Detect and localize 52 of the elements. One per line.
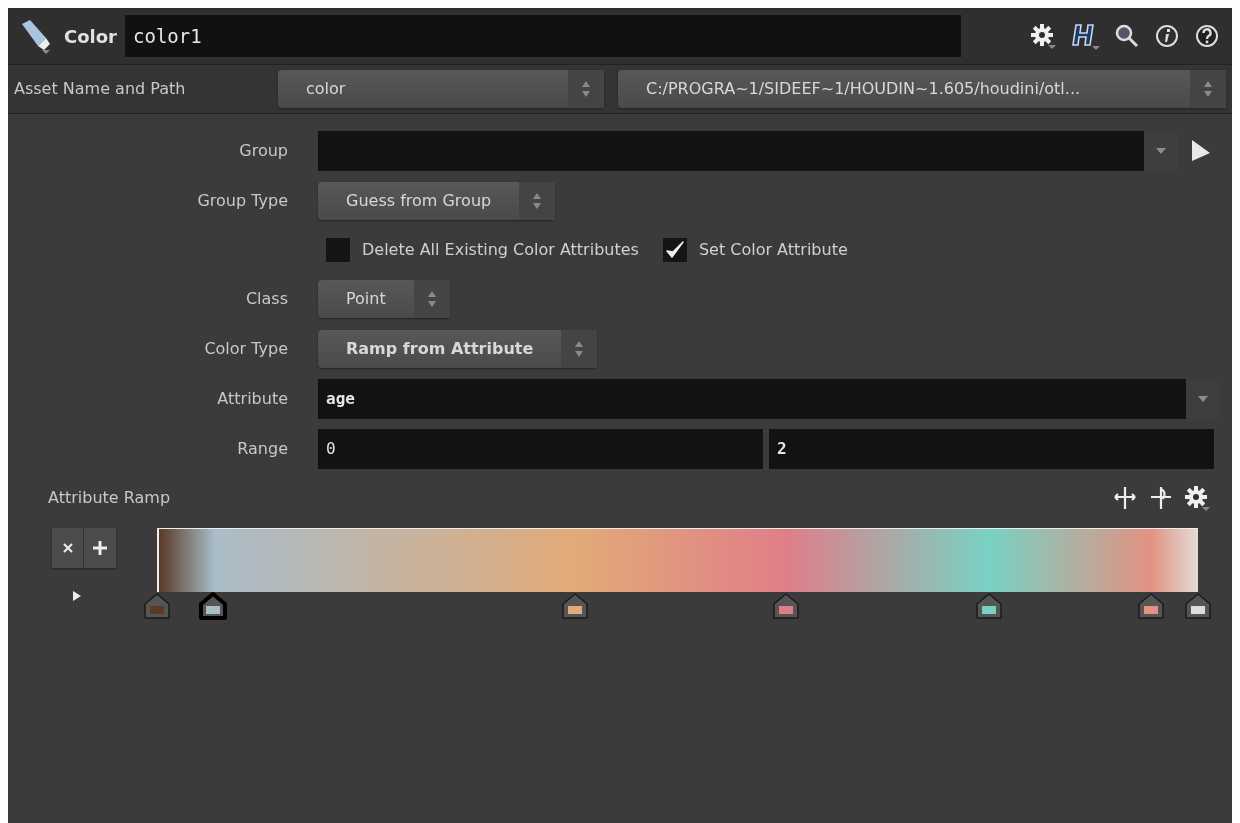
dropdown[interactable]: C:/PROGRA~1/SIDEEF~1/HOUDIN~1.605/houdini/otl... (618, 70, 1226, 108)
help-icon[interactable] (1194, 23, 1220, 49)
ramp-key[interactable] (1136, 592, 1167, 620)
caret-icon (1155, 147, 1167, 155)
parameter-label: Color Type (204, 338, 288, 360)
select-arrow-icon[interactable] (1190, 139, 1212, 163)
parameter-label: Attribute (217, 388, 288, 410)
text-field[interactable]: age (318, 379, 1186, 419)
checkbox-label: Set Color Attribute (698, 239, 848, 261)
parameter-label: Group Type (197, 190, 288, 212)
ramp-key[interactable] (560, 592, 591, 620)
search-icon[interactable] (1114, 23, 1140, 49)
spinner-arrows-icon (581, 80, 591, 98)
ramp-key[interactable] (770, 592, 801, 620)
dropdown[interactable]: color (278, 70, 604, 108)
expand-arrow-icon[interactable] (72, 590, 82, 602)
info-icon[interactable] (1154, 23, 1180, 49)
dropdown[interactable]: Point (318, 280, 450, 318)
checkbox[interactable] (326, 238, 350, 262)
checkbox[interactable] (662, 238, 687, 262)
spinner-arrows-icon (574, 340, 585, 358)
spinner-arrows-icon (426, 290, 437, 308)
dropdown[interactable]: Guess from Group (318, 182, 556, 220)
ramp-label: Attribute Ramp (48, 487, 171, 509)
plus-icon (92, 540, 108, 556)
spinner-arrows-icon (1203, 80, 1213, 98)
node-name-field[interactable]: color1 (125, 15, 961, 57)
ramp-spread-icon[interactable] (1112, 485, 1138, 511)
ramp-rotate-icon[interactable] (1148, 485, 1174, 511)
ramp-key[interactable] (1183, 592, 1213, 620)
node-type: Color (64, 24, 117, 49)
dropdown[interactable]: Ramp from Attribute (318, 330, 598, 368)
checkbox-label: Delete All Existing Color Attributes (362, 239, 639, 261)
asset-label: Asset Name and Path (14, 78, 187, 100)
ramp-key[interactable] (198, 592, 229, 620)
number-field[interactable]: 0 (318, 429, 763, 469)
h-logo-icon[interactable] (1070, 22, 1100, 50)
settings-icon[interactable] (1030, 23, 1056, 49)
spinner-arrows-icon (532, 192, 543, 210)
parameter-label: Group (239, 140, 288, 162)
checkmark-icon (664, 240, 685, 260)
parameter-label: Class (245, 288, 288, 310)
ramp-settings-icon[interactable] (1184, 485, 1210, 511)
color-ramp[interactable] (157, 528, 1198, 592)
remove-key-button[interactable] (52, 528, 84, 568)
caret-icon (1197, 395, 1209, 403)
ramp-key[interactable] (973, 592, 1004, 620)
close-icon (62, 543, 73, 553)
add-key-button[interactable] (84, 528, 116, 568)
number-field[interactable]: 2 (769, 429, 1214, 469)
parameter-label: Range (237, 438, 288, 460)
text-field[interactable] (318, 131, 1144, 171)
